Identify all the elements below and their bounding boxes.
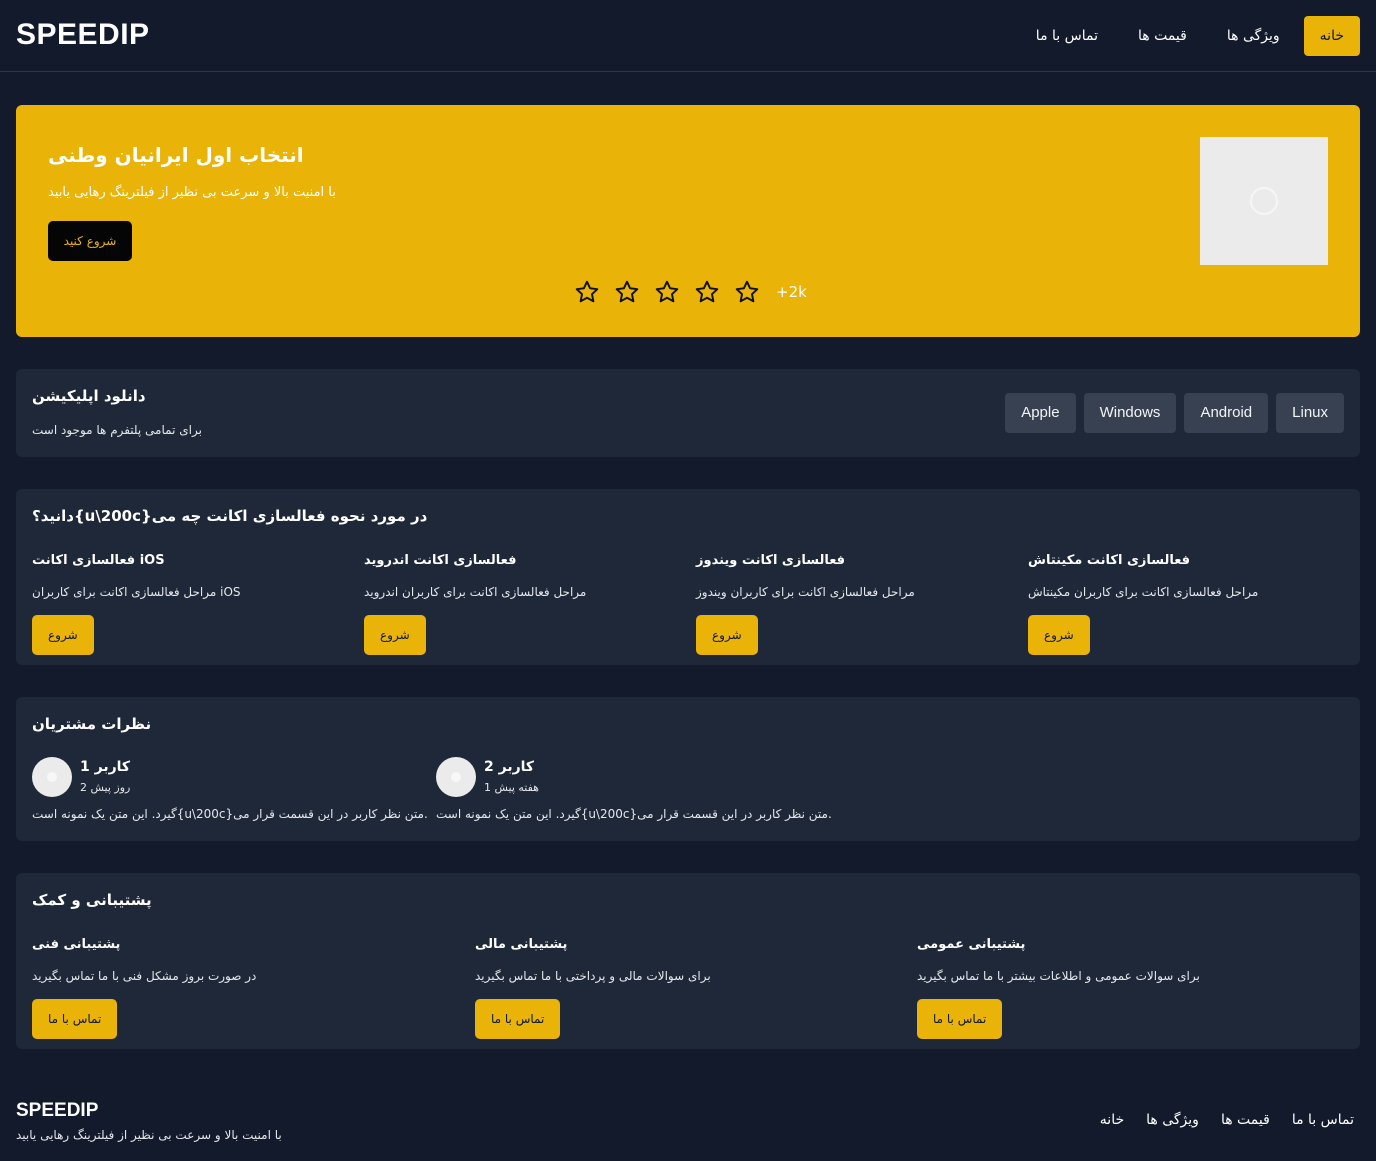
contact-technical-button[interactable]: تماس با ما: [32, 999, 118, 1039]
star-icon: [735, 280, 759, 303]
review-time: 2 روز پیش: [80, 781, 131, 794]
activation-item-android: فعالسازی اکانت اندروید مراحل فعالسازی اک…: [364, 553, 664, 655]
support-item-financial: پشتیبانی مالی برای سوالات مالی و پرداختی…: [475, 937, 895, 1039]
activation-item-ios: فعالسازی اکانت iOS مراحل فعالسازی اکانت …: [32, 553, 332, 655]
support-item-title: پشتیبانی مالی: [475, 937, 568, 952]
start-windows-button[interactable]: شروع: [696, 615, 758, 655]
download-subtitle: برای تمامی پلتفرم ها موجود است: [32, 423, 202, 437]
star-icon: [655, 280, 679, 303]
contact-financial-button[interactable]: تماس با ما: [475, 999, 561, 1039]
footer-link-pricing[interactable]: قیمت ها: [1221, 1112, 1270, 1128]
contact-general-button[interactable]: تماس با ما: [917, 999, 1003, 1039]
review-time: 1 هفته پیش: [484, 781, 539, 794]
nav-pricing[interactable]: قیمت ها: [1122, 16, 1203, 56]
activation-item-windows: فعالسازی اکانت ویندوز مراحل فعالسازی اکا…: [696, 553, 996, 655]
activation-item-desc: مراحل فعالسازی اکانت برای کاربران ویندوز: [696, 585, 915, 599]
support-item-title: پشتیبانی عمومی: [917, 937, 1026, 952]
get-started-button[interactable]: شروع کنید: [48, 221, 132, 261]
download-section: دانلود اپلیکیشن برای تمامی پلتفرم ها موج…: [16, 369, 1360, 457]
activation-title: دانید؟{u\200c}در مورد نحوه فعالسازی اکان…: [32, 507, 428, 525]
nav-contact[interactable]: تماس با ما: [1020, 16, 1114, 56]
avatar: [32, 757, 72, 797]
activation-item-desc: مراحل فعالسازی اکانت برای کاربران اندروی…: [364, 585, 587, 599]
hero-image: [1200, 137, 1328, 265]
activation-item-desc: مراحل فعالسازی اکانت برای کاربران iOS: [32, 585, 241, 599]
hero-subtitle: با امنیت بالا و سرعت بی نظیر از فیلترینگ…: [48, 185, 336, 200]
rating: +2k: [574, 279, 807, 305]
main-nav: خانه ویژگی ها قیمت ها تماس با ما: [1020, 16, 1360, 56]
activation-section: دانید؟{u\200c}در مورد نحوه فعالسازی اکان…: [16, 489, 1360, 665]
footer-logo: SPEEDIP: [16, 1100, 99, 1121]
footer: SPEEDIP با امنیت بالا و سرعت بی نظیر از …: [0, 1090, 1376, 1161]
activation-item-mac: فعالسازی اکانت مکینتاش مراحل فعالسازی اک…: [1028, 553, 1328, 655]
reviewer-name: کاربر 1: [80, 759, 131, 775]
footer-link-home[interactable]: خانه: [1100, 1112, 1124, 1128]
linux-button[interactable]: Linux: [1276, 393, 1344, 433]
support-section: پشتیبانی و کمک پشتیبانی فنی در صورت بروز…: [16, 873, 1360, 1049]
nav-home[interactable]: خانه: [1303, 16, 1360, 56]
star-icon: [615, 280, 639, 303]
activation-item-desc: مراحل فعالسازی اکانت برای کاربران مکینتا…: [1028, 585, 1259, 599]
review-text: گیرد. این متن یک نمونه است{u\200c}متن نظ…: [436, 807, 832, 821]
activation-item-title: فعالسازی اکانت ویندوز: [696, 553, 846, 568]
nav-features[interactable]: ویژگی ها: [1211, 16, 1296, 56]
footer-link-features[interactable]: ویژگی ها: [1146, 1112, 1199, 1128]
footer-nav: تماس با ما قیمت ها ویژگی ها خانه: [1100, 1112, 1354, 1128]
avatar: [436, 757, 476, 797]
activation-item-title: فعالسازی اکانت مکینتاش: [1028, 553, 1191, 568]
android-button[interactable]: Android: [1184, 393, 1269, 433]
start-android-button[interactable]: شروع: [364, 615, 426, 655]
site-logo[interactable]: SPEEDIP: [16, 18, 150, 52]
support-item-technical: پشتیبانی فنی در صورت بروز مشکل فنی با ما…: [32, 937, 452, 1039]
rating-count: +2k: [776, 283, 807, 301]
top-navbar: SPEEDIP خانه ویژگی ها قیمت ها تماس با ما: [0, 0, 1376, 72]
apple-button[interactable]: Apple: [1005, 393, 1076, 433]
support-item-desc: در صورت بروز مشکل فنی با ما تماس بگیرید: [32, 969, 257, 983]
hero-title: انتخاب اول ایرانیان وطنی: [48, 143, 304, 167]
support-item-desc: برای سوالات مالی و پرداختی با ما تماس بگ…: [475, 969, 711, 983]
activation-item-title: فعالسازی اکانت اندروید: [364, 553, 517, 568]
star-icon: [695, 280, 719, 303]
reviewer-name: کاربر 2: [484, 759, 535, 775]
activation-item-title: فعالسازی اکانت iOS: [32, 553, 165, 568]
start-mac-button[interactable]: شروع: [1028, 615, 1090, 655]
star-icon: [575, 280, 599, 303]
hero-banner: انتخاب اول ایرانیان وطنی با امنیت بالا و…: [16, 105, 1360, 337]
reviews-section: نظرات مشتریان کاربر 1 2 روز پیش گیرد. ای…: [16, 697, 1360, 841]
footer-subtitle: با امنیت بالا و سرعت بی نظیر از فیلترینگ…: [16, 1128, 282, 1142]
support-item-desc: برای سوالات عمومی و اطلاعات بیشتر با ما …: [917, 969, 1200, 983]
reviews-title: نظرات مشتریان: [32, 715, 152, 733]
platform-buttons: Linux Android Windows Apple: [1005, 393, 1344, 433]
support-item-general: پشتیبانی عمومی برای سوالات عمومی و اطلاع…: [917, 937, 1337, 1039]
footer-link-contact[interactable]: تماس با ما: [1292, 1112, 1354, 1128]
image-placeholder-icon: [1250, 187, 1278, 215]
start-ios-button[interactable]: شروع: [32, 615, 94, 655]
windows-button[interactable]: Windows: [1083, 393, 1177, 433]
review-text: گیرد. این متن یک نمونه است{u\200c}متن نظ…: [32, 807, 428, 821]
support-title: پشتیبانی و کمک: [32, 891, 152, 909]
download-title: دانلود اپلیکیشن: [32, 387, 146, 405]
support-item-title: پشتیبانی فنی: [32, 937, 121, 952]
